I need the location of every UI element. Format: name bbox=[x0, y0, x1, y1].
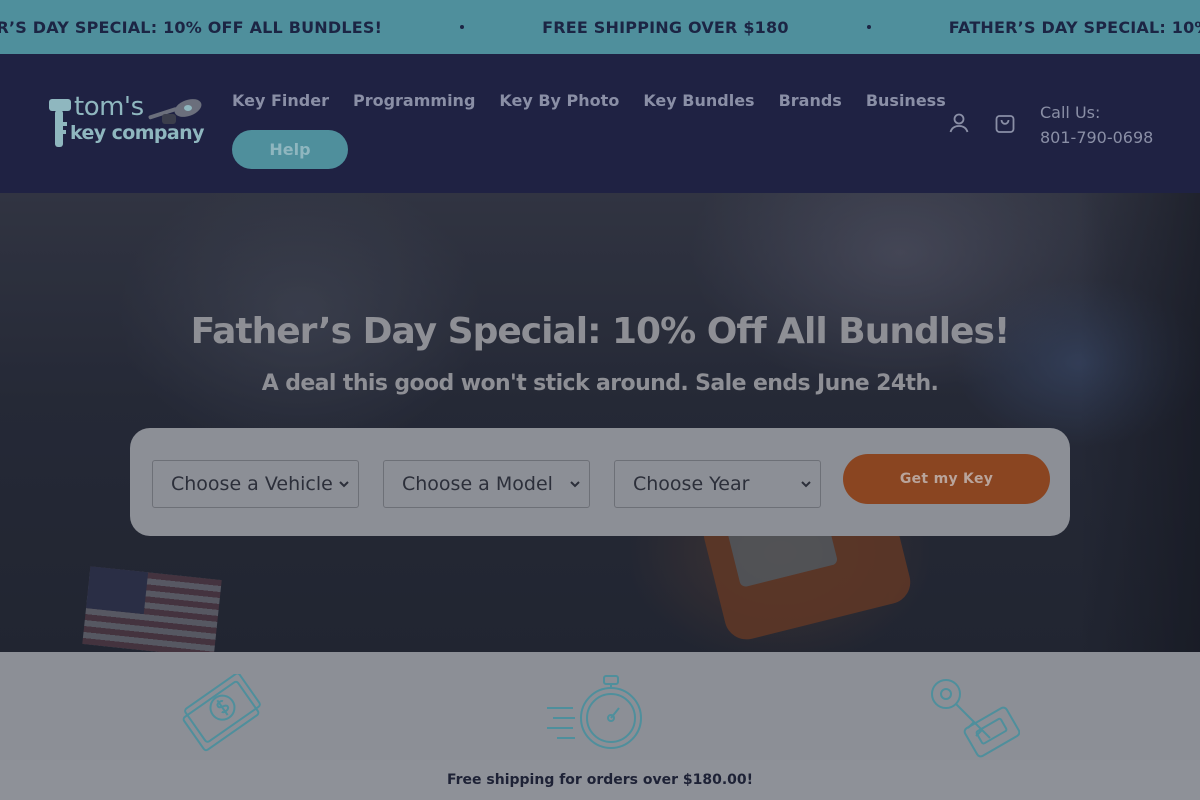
separator-dot bbox=[460, 25, 465, 29]
separator-dot bbox=[866, 25, 871, 29]
call-us[interactable]: Call Us: 801-790-0698 bbox=[1040, 100, 1153, 150]
money-icon bbox=[182, 674, 261, 752]
nav-brands[interactable]: Brands bbox=[779, 91, 842, 110]
features-strip: Free shipping for orders over $180.00! bbox=[0, 652, 1200, 800]
phone-number[interactable]: 801-790-0698 bbox=[1040, 125, 1153, 150]
cart-icon[interactable] bbox=[993, 111, 1017, 135]
year-select[interactable]: Choose Year bbox=[614, 460, 821, 508]
announcement-item: FATHER’S DAY SPECIAL: 10% OFF ALL BUNDLE… bbox=[0, 17, 383, 37]
chevron-down-icon bbox=[570, 481, 580, 488]
key-finder-form: Choose a Vehicle Choose a Model Choose Y… bbox=[130, 428, 1070, 536]
free-shipping-notice: Free shipping for orders over $180.00! bbox=[0, 760, 1200, 800]
stopwatch-icon bbox=[547, 675, 642, 749]
announcement-item: FATHER’S DAY SPECIAL: 10% OFF ALL BUNDLE… bbox=[948, 17, 1200, 37]
announcement-track: FATHER’S DAY SPECIAL: 10% OFF ALL BUNDLE… bbox=[0, 0, 1200, 54]
vehicle-select[interactable]: Choose a Vehicle bbox=[152, 460, 359, 508]
model-select-value: Choose a Model bbox=[402, 473, 553, 495]
nav-business[interactable]: Business bbox=[866, 91, 946, 110]
nav-key-bundles[interactable]: Key Bundles bbox=[643, 91, 754, 110]
announcement-item: FREE SHIPPING OVER $180 bbox=[542, 17, 789, 37]
announcement-bar: FATHER’S DAY SPECIAL: 10% OFF ALL BUNDLE… bbox=[0, 0, 1200, 54]
chevron-down-icon bbox=[339, 481, 349, 488]
account-icon[interactable] bbox=[947, 111, 971, 135]
help-button[interactable]: Help bbox=[232, 130, 348, 169]
key-card-icon bbox=[931, 679, 1020, 758]
hero-banner: Father’s Day Special: 10% Off All Bundle… bbox=[0, 193, 1200, 652]
main-nav: Key Finder Programming Key By Photo Key … bbox=[232, 88, 946, 169]
nav-programming[interactable]: Programming bbox=[353, 91, 475, 110]
key-logo-icon bbox=[49, 99, 71, 147]
site-logo[interactable]: tom's key company bbox=[48, 92, 208, 152]
hero-subtitle: A deal this good won't stick around. Sal… bbox=[261, 371, 939, 396]
hero-title: Father’s Day Special: 10% Off All Bundle… bbox=[190, 311, 1011, 352]
logo-text-toms: tom's bbox=[74, 92, 144, 122]
year-select-value: Choose Year bbox=[633, 473, 750, 495]
call-us-label: Call Us: bbox=[1040, 103, 1101, 122]
site-header: tom's key company Key Finder Programming… bbox=[0, 54, 1200, 193]
get-my-key-button[interactable]: Get my Key bbox=[843, 454, 1050, 504]
vehicle-select-value: Choose a Vehicle bbox=[171, 473, 333, 495]
model-select[interactable]: Choose a Model bbox=[383, 460, 590, 508]
nav-key-finder[interactable]: Key Finder bbox=[232, 91, 329, 110]
nav-key-by-photo[interactable]: Key By Photo bbox=[499, 91, 619, 110]
car-keys-icon bbox=[148, 99, 202, 124]
chevron-down-icon bbox=[801, 481, 811, 488]
hero-overlay bbox=[0, 193, 1200, 652]
